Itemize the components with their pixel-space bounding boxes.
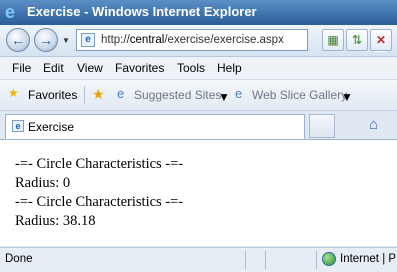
favorites-button[interactable]: Favorites <box>28 88 77 102</box>
menu-help[interactable]: Help <box>217 61 242 75</box>
menu-favorites[interactable]: Favorites <box>115 61 164 75</box>
status-divider <box>245 251 246 269</box>
status-divider <box>316 251 317 269</box>
compatibility-icon: ▦ <box>327 33 339 47</box>
web-slice-gallery-link[interactable]: Web Slice Gallery <box>252 88 347 102</box>
compatibility-view-button[interactable]: ▦ <box>322 29 344 51</box>
suggested-sites-link[interactable]: Suggested Sites <box>134 88 221 102</box>
tab-label: Exercise <box>28 120 75 134</box>
home-icon[interactable]: ⌂ <box>369 116 378 133</box>
address-url[interactable]: http://central/exercise/exercise.aspx <box>101 34 284 46</box>
tab-exercise[interactable]: e Exercise <box>5 114 305 139</box>
title-bar: e Exercise - Windows Internet Explorer <box>0 0 397 25</box>
suggested-sites-icon: e <box>117 86 125 101</box>
recent-pages-dropdown[interactable]: ▼ <box>62 36 70 45</box>
add-to-favorites-icon[interactable]: ★ <box>92 86 105 103</box>
navigation-bar: ← → ▼ e http://central/exercise/exercise… <box>0 25 397 57</box>
page-content: -=- Circle Characteristics -=- Radius: 0… <box>0 140 397 246</box>
address-bar[interactable]: e http://central/exercise/exercise.aspx … <box>76 29 386 52</box>
web-slice-dropdown-icon[interactable]: ▼ <box>341 90 353 104</box>
menu-tools[interactable]: Tools <box>177 61 205 75</box>
tab-bar: e Exercise ⌂ <box>0 111 397 140</box>
stop-icon: ✕ <box>375 33 387 47</box>
menu-edit[interactable]: Edit <box>43 61 64 75</box>
back-arrow-icon: ← <box>11 32 25 48</box>
favorites-star-icon: ★ <box>8 86 19 100</box>
separator <box>84 86 85 104</box>
menu-bar: File Edit View Favorites Tools Help <box>0 57 397 80</box>
menu-file[interactable]: File <box>12 61 31 75</box>
status-bar: Done Internet | P <box>0 247 397 272</box>
radius-line-1: Radius: 0 <box>15 175 71 191</box>
back-button[interactable]: ← <box>6 28 30 52</box>
heading-line-1: -=- Circle Characteristics -=- <box>15 156 184 172</box>
ie-logo-icon: e <box>5 2 16 22</box>
favorites-bar: ★ Favorites ★ e Suggested Sites ▼ e Web … <box>0 80 397 111</box>
web-slice-icon: e <box>235 86 243 101</box>
status-text: Done <box>5 253 33 265</box>
status-divider <box>265 251 266 269</box>
internet-zone-icon <box>322 252 336 266</box>
menu-view[interactable]: View <box>77 61 103 75</box>
page-icon: e <box>81 33 95 47</box>
heading-line-2: -=- Circle Characteristics -=- <box>15 194 184 210</box>
refresh-icon: ⇅ <box>351 33 363 47</box>
new-tab-button[interactable] <box>309 114 335 138</box>
radius-line-2: Radius: 38.18 <box>15 213 96 229</box>
forward-button[interactable]: → <box>34 28 58 52</box>
suggested-sites-dropdown-icon[interactable]: ▼ <box>218 90 230 104</box>
tab-page-icon: e <box>12 120 24 132</box>
forward-arrow-icon: → <box>39 32 53 48</box>
stop-button[interactable]: ✕ <box>370 29 392 51</box>
refresh-button[interactable]: ⇅ <box>346 29 368 51</box>
window-title: Exercise - Windows Internet Explorer <box>27 4 257 19</box>
security-zone-label[interactable]: Internet | P <box>340 253 396 265</box>
